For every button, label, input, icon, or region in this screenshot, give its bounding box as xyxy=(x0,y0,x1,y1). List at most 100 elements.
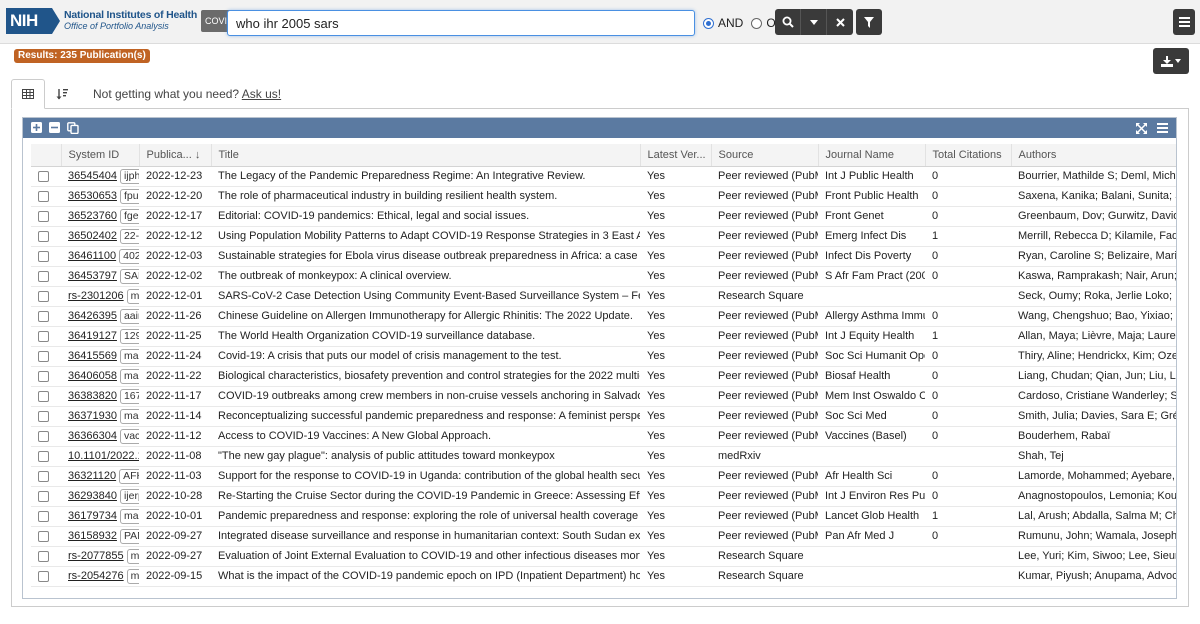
authors-cell: Liang, Chudan; Qian, Jun; Liu, Linna xyxy=(1011,366,1176,387)
column-header-journal-name[interactable]: Journal Name xyxy=(818,144,926,167)
latest-version-cell: Yes xyxy=(640,526,711,547)
system-id-link[interactable]: 36415569 xyxy=(68,350,117,362)
row-checkbox[interactable] xyxy=(38,490,49,502)
row-checkbox[interactable] xyxy=(38,250,49,262)
table-row[interactable]: 36366304vacc2022-11-12Access to COVID-19… xyxy=(31,426,1176,447)
total-citations-cell: 0 xyxy=(925,426,1011,447)
table-row[interactable]: 36415569main2022-11-24Covid-19: A crisis… xyxy=(31,346,1176,367)
table-row[interactable]: 36523760fgene2022-12-17Editorial: COVID-… xyxy=(31,206,1176,227)
search-button[interactable] xyxy=(775,9,801,35)
table-row[interactable]: 36321120AFHS2022-11-03Support for the re… xyxy=(31,466,1176,487)
row-checkbox[interactable] xyxy=(38,170,49,182)
filter-button[interactable] xyxy=(856,9,882,35)
row-checkbox[interactable] xyxy=(38,550,49,562)
table-row[interactable]: 3650240222-02022-12-12Using Population M… xyxy=(31,226,1176,247)
system-id-link[interactable]: rs-2054276 xyxy=(68,570,124,582)
table-row[interactable]: 36530653fpubl2022-12-20The role of pharm… xyxy=(31,186,1176,207)
column-header-label: System ID xyxy=(68,148,120,161)
authors-cell: Greenbaum, Dov; Gurwitz, David; Joly xyxy=(1011,206,1176,227)
and-radio[interactable] xyxy=(703,17,714,29)
system-id-link[interactable]: 36321120 xyxy=(68,470,116,482)
row-checkbox[interactable] xyxy=(38,230,49,242)
column-menu-icon[interactable] xyxy=(1157,122,1168,133)
table-row[interactable]: 36158932PAM_2022-09-27Integrated disease… xyxy=(31,526,1176,547)
system-id-link[interactable]: 36383820 xyxy=(68,390,117,402)
column-header-total-citations[interactable]: Total Citations xyxy=(925,144,1012,167)
column-header-source[interactable]: Source xyxy=(711,144,819,167)
system-id-link[interactable]: 36461100 xyxy=(68,250,116,262)
table-row[interactable]: 10.1101/2022.11.02022-11-08"The new gay … xyxy=(31,446,1176,467)
copy-icon[interactable] xyxy=(67,122,79,134)
or-radio[interactable] xyxy=(751,17,763,29)
row-checkbox[interactable] xyxy=(38,510,49,522)
system-id-link[interactable]: 36523760 xyxy=(68,210,117,222)
publication-date-cell: 2022-12-20 xyxy=(139,186,211,207)
authors-cell: Bourrier, Mathilde S; Deml, Michael J xyxy=(1011,166,1176,187)
row-checkbox[interactable] xyxy=(38,570,49,582)
table-row[interactable]: 36419127129392022-11-25The World Health … xyxy=(31,326,1176,347)
clear-search-button[interactable] xyxy=(827,9,853,35)
table-row[interactable]: 36406058main2022-11-22Biological charact… xyxy=(31,366,1176,387)
ask-us-link[interactable]: Ask us! xyxy=(242,87,281,101)
column-header-authors[interactable]: Authors xyxy=(1011,144,1176,167)
row-checkbox[interactable] xyxy=(38,190,49,202)
system-id-link[interactable]: 36545404 xyxy=(68,170,117,182)
system-id-link[interactable]: rs-2301206 xyxy=(68,290,124,302)
system-id-link[interactable]: 10.1101/2022.11.0 xyxy=(68,450,139,462)
table-row[interactable]: 36426395aair-2022-11-26Chinese Guideline… xyxy=(31,306,1176,327)
table-row[interactable]: 36371930main2022-11-14Reconceptualizing … xyxy=(31,406,1176,427)
tab-table-view[interactable] xyxy=(11,79,45,109)
search-options-button[interactable] xyxy=(801,9,827,35)
table-row[interactable]: 3646110040242022-12-03Sustainable strate… xyxy=(31,246,1176,267)
system-id-link[interactable]: 36419127 xyxy=(68,330,117,342)
system-id-link[interactable]: 36158932 xyxy=(68,530,117,542)
total-citations-cell: 1 xyxy=(925,226,1011,247)
table-row[interactable]: rs-2054276mar2022-09-15What is the impac… xyxy=(31,566,1176,587)
system-id-link[interactable]: 36406058 xyxy=(68,370,117,382)
row-checkbox[interactable] xyxy=(38,310,49,322)
search-input[interactable] xyxy=(227,10,695,36)
table-row[interactable]: 3638382016782022-11-17COVID-19 outbreaks… xyxy=(31,386,1176,407)
column-header-latest-version[interactable]: Latest Ver... xyxy=(640,144,712,167)
system-id-link[interactable]: 36453797 xyxy=(68,270,117,282)
row-checkbox[interactable] xyxy=(38,450,49,462)
system-id-link[interactable]: 36371930 xyxy=(68,410,117,422)
table-row[interactable]: 36293840ijerpl2022-10-28Re-Starting the … xyxy=(31,486,1176,507)
tab-sort-view[interactable] xyxy=(45,79,79,109)
table-row[interactable]: 36545404ijph-2022-12-23The Legacy of the… xyxy=(31,166,1176,187)
system-id-link[interactable]: 36426395 xyxy=(68,310,117,322)
table-row[interactable]: rs-2077855mar2022-09-27Evaluation of Joi… xyxy=(31,546,1176,567)
table-row[interactable]: 36453797SAFP2022-12-02The outbreak of mo… xyxy=(31,266,1176,287)
row-checkbox[interactable] xyxy=(38,530,49,542)
row-checkbox[interactable] xyxy=(38,390,49,402)
journal-name-cell xyxy=(818,286,925,307)
row-checkbox[interactable] xyxy=(38,350,49,362)
nih-logo[interactable]: NIH National Institutes of Health Office… xyxy=(6,6,251,36)
row-checkbox[interactable] xyxy=(38,210,49,222)
system-id-link[interactable]: rs-2077855 xyxy=(68,550,124,562)
column-header-system-id[interactable]: System ID xyxy=(61,144,140,167)
download-button[interactable] xyxy=(1153,48,1189,74)
column-header-publication-date[interactable]: Publica... ↓ xyxy=(139,144,212,167)
system-id-link[interactable]: 36502402 xyxy=(68,230,117,242)
row-checkbox[interactable] xyxy=(38,470,49,482)
row-checkbox[interactable] xyxy=(38,430,49,442)
system-id-link[interactable]: 36179734 xyxy=(68,510,117,522)
row-checkbox[interactable] xyxy=(38,370,49,382)
expand-all-icon[interactable] xyxy=(31,122,42,133)
table-row[interactable]: 36179734main2022-10-01Pandemic preparedn… xyxy=(31,506,1176,527)
system-id-link[interactable]: 36293840 xyxy=(68,490,117,502)
row-checkbox[interactable] xyxy=(38,330,49,342)
fullscreen-icon[interactable] xyxy=(1136,122,1147,134)
row-checkbox[interactable] xyxy=(38,290,49,302)
total-citations-cell xyxy=(925,566,1011,587)
row-checkbox[interactable] xyxy=(38,410,49,422)
collapse-all-icon[interactable] xyxy=(49,122,60,133)
system-id-link[interactable]: 36366304 xyxy=(68,430,117,442)
row-checkbox[interactable] xyxy=(38,270,49,282)
authors-cell: Cardoso, Cristiane Wanderley; Souza, xyxy=(1011,386,1176,407)
main-menu-button[interactable] xyxy=(1173,9,1195,35)
table-row[interactable]: rs-2301206mar2022-12-01SARS-CoV-2 Case D… xyxy=(31,286,1176,307)
system-id-link[interactable]: 36530653 xyxy=(68,190,117,202)
column-header-title[interactable]: Title xyxy=(211,144,641,167)
